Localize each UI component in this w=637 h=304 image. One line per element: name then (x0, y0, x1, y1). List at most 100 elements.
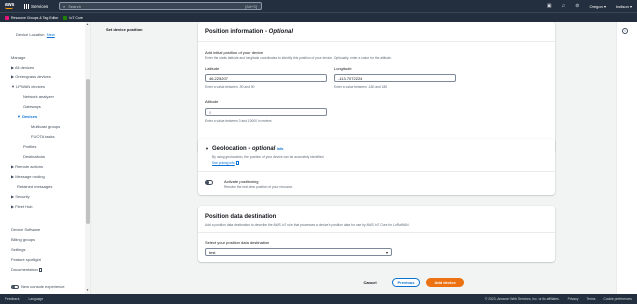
geolocation-container: ▼ Geolocation - optional Info By using g… (198, 139, 555, 195)
sidebar: Device Location New Manage ▶ All devices… (0, 22, 91, 294)
sidebar-item-feature-spotlight[interactable]: Feature spotlight (11, 257, 41, 262)
destination-title: Position data destination (205, 214, 277, 220)
divider (198, 171, 555, 172)
add-position-description: Enter the static latitude and longitude … (205, 56, 392, 60)
chevron-down-icon: ▾ (385, 250, 388, 255)
toggle-icon (11, 284, 19, 290)
sidebar-item-documentation[interactable]: Documentation (11, 267, 43, 272)
sidebar-item-fuota-tasks[interactable]: FUOTA tasks (31, 134, 54, 139)
sidebar-item-all-devices[interactable]: ▶ All devices (11, 65, 34, 70)
search-input[interactable]: ⌕ Search [Alt+S] (59, 2, 262, 10)
info-link[interactable]: Info (277, 147, 283, 151)
feedback-link[interactable]: Feedback (5, 297, 19, 301)
divider (198, 232, 555, 233)
resource-groups-icon (5, 15, 9, 20)
aws-logo[interactable]: aws (5, 3, 19, 9)
previous-button[interactable]: Previous (392, 278, 420, 287)
new-badge-link[interactable]: New (47, 32, 55, 37)
sidebar-item-device-software[interactable]: Device Software (11, 227, 40, 232)
sidebar-item-security[interactable]: ▶ Security (11, 194, 30, 199)
latitude-input[interactable]: 46.225207 (205, 74, 327, 82)
external-link-icon (235, 161, 240, 165)
search-icon: ⌕ (63, 3, 66, 9)
add-position-subtitle: Add initial position of your device (205, 50, 264, 55)
sidebar-item-message-routing[interactable]: ▶ Message routing (11, 174, 45, 179)
cookie-preferences-link[interactable]: Cookie preferences (603, 297, 632, 301)
collapse-caret-icon[interactable]: ▼ (205, 146, 209, 151)
favorite-resource-groups[interactable]: Resource Groups & Tag Editor (5, 15, 59, 20)
account-menu[interactable]: Indison ▾ (616, 4, 632, 9)
sidebar-item-billing-groups[interactable]: Billing groups (11, 237, 35, 242)
sidebar-item-remote-actions[interactable]: ▶ Remote actions (11, 164, 43, 169)
destination-select[interactable]: test ▾ (205, 248, 392, 256)
activate-positioning-toggle[interactable] (205, 180, 213, 185)
geolocation-description: By using geolocation, the position of yo… (212, 155, 325, 159)
latitude-hint: Enter a value between -90 and 90 (205, 85, 255, 89)
latitude-label: Latitude (205, 66, 220, 71)
position-data-destination-container: Position data destination Add a position… (198, 206, 555, 262)
activate-positioning-description: Resolve the real-time position of your r… (224, 185, 294, 189)
iot-core-icon (63, 15, 68, 20)
sidebar-item-device-location[interactable]: Device Location New (16, 32, 55, 37)
sidebar-item-settings[interactable]: Settings (11, 247, 25, 252)
new-console-label: New console experience (21, 284, 65, 289)
services-menu[interactable]: Services (31, 4, 48, 9)
top-navigation: aws Services ⌕ Search [Alt+S] ▣ ♫ ⊚ Oreg… (0, 0, 637, 12)
sidebar-item-label: Device Location (16, 32, 45, 37)
notifications-bell-icon[interactable]: ♫ (562, 3, 566, 9)
footer-right: © 2023, Amazon Web Services, Inc. or its… (485, 297, 632, 301)
search-shortcut: [Alt+S] (245, 3, 257, 9)
cloudshell-icon[interactable]: ▣ (547, 3, 552, 9)
aws-logo-text: aws (5, 2, 15, 8)
favorite-label: IoT Core (69, 15, 83, 20)
services-grid-icon[interactable] (24, 3, 29, 9)
title-optional: optional (252, 146, 276, 152)
sidebar-scroll-thumb[interactable] (86, 79, 90, 224)
favorite-label: Resource Groups & Tag Editor (11, 15, 59, 20)
add-device-button[interactable]: Add device (426, 278, 464, 287)
search-placeholder: Search (68, 3, 81, 9)
sidebar-item-profiles[interactable]: Profiles (23, 144, 36, 149)
sidebar-item-retained-messages[interactable]: Retained messages (17, 184, 52, 189)
right-tools-rail: i (616, 22, 637, 294)
sidebar-item-lpwan-devices[interactable]: ▼ LPWAN devices (11, 84, 45, 89)
activate-positioning-label: Activate positioning (224, 179, 259, 184)
destination-select-label: Select your position data destination (205, 240, 270, 245)
divider (198, 41, 555, 42)
pricing-link-text: See pricing info (212, 161, 235, 165)
favorite-iot-core[interactable]: IoT Core (63, 15, 83, 20)
sidebar-item-fleet-hub[interactable]: ▶ Fleet Hub (11, 204, 33, 209)
privacy-link[interactable]: Privacy (568, 297, 579, 301)
new-console-toggle[interactable]: New console experience (11, 284, 65, 290)
sidebar-item-multicast-groups[interactable]: Multicast groups (31, 124, 60, 129)
sidebar-item-destinations[interactable]: Destinations (23, 154, 45, 159)
cancel-button[interactable]: Cancel (359, 279, 381, 288)
title-text: Geolocation - (212, 146, 253, 152)
pricing-info-link[interactable]: See pricing info (212, 161, 240, 165)
title-optional: Optional (268, 29, 294, 35)
title-text: Position information - (205, 29, 269, 35)
info-panel-icon[interactable]: i (622, 28, 628, 34)
language-selector[interactable]: Language (28, 297, 43, 301)
topnav-right: ▣ ♫ ⊚ Oregon ▾ Indison ▾ (547, 2, 632, 10)
region-selector[interactable]: Oregon ▾ (590, 4, 606, 9)
sidebar-item-network-analyzer[interactable]: Network analyzer (23, 94, 54, 99)
scroll-down-arrow-icon[interactable]: ▼ (86, 288, 89, 292)
scroll-up-arrow-icon[interactable]: ▲ (86, 22, 89, 26)
copyright-text: © 2023, Amazon Web Services, Inc. or its… (484, 297, 560, 301)
sidebar-item-devices[interactable]: ▼ Devices (17, 114, 37, 119)
destination-select-value: test (209, 250, 216, 255)
longitude-input[interactable]: -113.7072224 (334, 74, 456, 82)
terms-link[interactable]: Terms (586, 297, 595, 301)
sidebar-item-greengrass-devices[interactable]: ▶ Greengrass devices (11, 74, 51, 79)
altitude-label: Altitude (205, 99, 219, 104)
altitude-hint: Enter a value between 0 and 10000 in met… (205, 119, 272, 123)
sidebar-item-gateways[interactable]: Gateways (23, 104, 41, 109)
footer: Feedback Language © 2023, Amazon Web Ser… (0, 294, 637, 304)
help-icon[interactable]: ⊚ (575, 3, 579, 9)
sidebar-section-manage: Manage (11, 55, 26, 60)
longitude-hint: Enter a value between -180 and 180 (334, 85, 388, 89)
destination-description: Add a position data destination to descr… (205, 223, 410, 227)
altitude-input[interactable]: 0 (205, 108, 327, 116)
geolocation-title[interactable]: Geolocation - optional Info (212, 146, 283, 152)
